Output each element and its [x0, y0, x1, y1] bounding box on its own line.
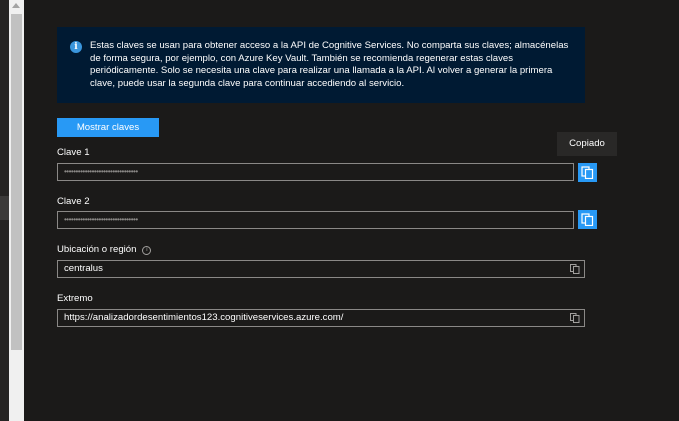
key2-copy-button[interactable] [578, 210, 597, 229]
region-label-text: Ubicación o región [57, 244, 137, 255]
copy-icon [581, 166, 594, 179]
key2-field[interactable]: •••••••••••••••••••••••••••••••• [57, 211, 574, 229]
region-copy-icon[interactable] [570, 264, 580, 274]
scrollbar-thumb[interactable] [11, 14, 22, 350]
info-banner: i Estas claves se usan para obtener acce… [57, 27, 585, 103]
key1-copy-button[interactable] [578, 163, 597, 182]
key2-label: Clave 2 [57, 196, 90, 207]
info-banner-text: Estas claves se usan para obtener acceso… [90, 40, 569, 89]
endpoint-value: https://analizadordesentimientos123.cogn… [64, 312, 344, 323]
left-panel-edge [0, 0, 9, 421]
endpoint-copy-icon[interactable] [570, 313, 580, 323]
copy-icon [581, 213, 594, 226]
region-value: centralus [64, 263, 103, 274]
help-info-icon[interactable]: i [142, 246, 152, 255]
region-field[interactable]: centralus [57, 260, 585, 278]
endpoint-label: Extremo [57, 293, 93, 304]
copied-tooltip: Copiado [557, 132, 617, 156]
key1-label: Clave 1 [57, 147, 90, 158]
scroll-up-arrow-icon[interactable] [12, 3, 20, 8]
info-icon: i [70, 41, 82, 53]
endpoint-field[interactable]: https://analizadordesentimientos123.cogn… [57, 309, 585, 327]
region-label: Ubicación o región i [57, 244, 152, 255]
show-keys-button[interactable]: Mostrar claves [57, 118, 159, 137]
key1-field[interactable]: •••••••••••••••••••••••••••••••• [57, 163, 574, 181]
panel-edge-marker [0, 196, 9, 220]
